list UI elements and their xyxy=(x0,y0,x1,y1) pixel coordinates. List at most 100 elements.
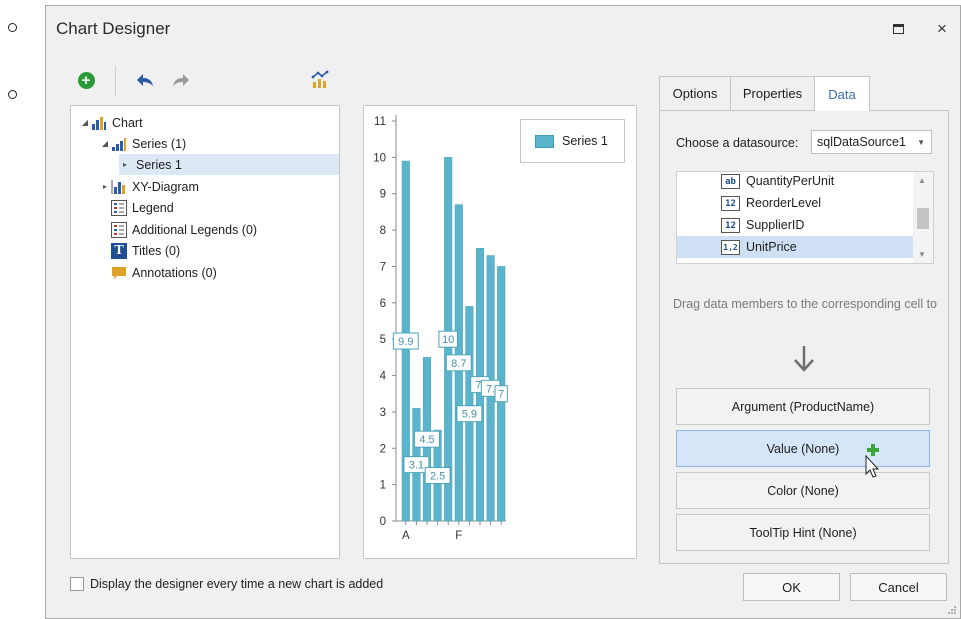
svg-text:10: 10 xyxy=(442,334,454,346)
data-label: 5.9 xyxy=(456,405,483,423)
tree-item-additional-legends[interactable]: Additional Legends (0) xyxy=(111,219,257,240)
tree-item-legend[interactable]: Legend xyxy=(111,197,174,218)
string-field-icon: ab xyxy=(721,174,740,189)
svg-text:2.5: 2.5 xyxy=(430,471,445,483)
tree-item-label: Series (1) xyxy=(132,136,187,151)
x-tick-label: F xyxy=(455,530,462,542)
integer-field-icon: 12 xyxy=(721,218,740,233)
argument-cell[interactable]: Argument (ProductName) xyxy=(676,388,930,425)
tree-item-chart[interactable]: ◢ Chart xyxy=(79,112,143,133)
title-icon: T xyxy=(111,242,127,259)
series-collection-icon xyxy=(111,136,127,152)
drag-cursor-icon xyxy=(865,444,880,478)
tree-item-label: Annotations (0) xyxy=(132,265,217,280)
data-label: 4.5 xyxy=(414,430,440,448)
tab-data[interactable]: Data xyxy=(814,76,870,111)
tab-properties[interactable]: Properties xyxy=(730,76,815,110)
scroll-up-icon[interactable]: ▲ xyxy=(918,176,926,185)
x-tick-label: A xyxy=(402,530,410,542)
datasource-select[interactable]: sqlDataSource1 ▼ xyxy=(811,130,932,154)
list-item[interactable]: 12 ReorderLevel xyxy=(677,192,913,214)
expanded-arrow-icon: ◢ xyxy=(101,139,109,148)
maximize-button[interactable] xyxy=(885,16,911,42)
maximize-icon xyxy=(892,24,904,34)
list-item[interactable]: 12 SupplierID xyxy=(677,214,913,236)
annotation-icon xyxy=(111,265,127,281)
datasource-value: sqlDataSource1 xyxy=(817,135,906,149)
tree-item-annotations[interactable]: Annotations (0) xyxy=(111,262,217,283)
y-tick-label: 2 xyxy=(380,443,386,455)
legend-label: Series 1 xyxy=(562,134,608,148)
scroll-down-icon[interactable]: ▼ xyxy=(918,250,926,259)
redo-button[interactable] xyxy=(170,69,192,91)
down-arrow-icon xyxy=(794,346,814,372)
chart-wizard-icon xyxy=(311,70,329,88)
tree-item-series-collection[interactable]: ◢ Series (1) xyxy=(99,133,186,154)
list-item-selected[interactable]: 1,2 UnitPrice xyxy=(677,236,913,258)
tree-item-series-1[interactable]: ▸ Series 1 xyxy=(119,154,339,175)
datasource-label: Choose a datasource: xyxy=(676,136,799,150)
list-item[interactable]: ab QuantityPerUnit xyxy=(677,172,913,192)
data-label: 10 xyxy=(438,330,459,348)
field-name: ReorderLevel xyxy=(746,196,822,210)
decimal-field-icon: 1,2 xyxy=(721,240,740,255)
tree-item-xy-diagram[interactable]: ▸ XY-Diagram xyxy=(99,176,199,197)
legend-swatch xyxy=(535,134,554,148)
add-button[interactable]: + xyxy=(75,69,97,91)
chart-legend: Series 1 xyxy=(520,119,625,163)
svg-text:3.1: 3.1 xyxy=(409,460,424,472)
data-label: 7 xyxy=(494,385,508,403)
chart-icon xyxy=(91,115,107,131)
color-cell[interactable]: Color (None) xyxy=(676,472,930,509)
data-label: 9.9 xyxy=(392,332,419,350)
close-button[interactable]: × xyxy=(929,16,955,42)
list-bullet-1 xyxy=(8,23,17,32)
vertical-scrollbar[interactable]: ▲ ▼ xyxy=(913,172,933,263)
tree-item-label: Chart xyxy=(112,115,143,130)
list-bullet-2 xyxy=(8,90,17,99)
chart-designer-dialog: Chart Designer × + ◢ Chart ◢ Series (1) … xyxy=(45,5,961,619)
tree-item-label: Titles (0) xyxy=(132,243,181,258)
redo-arrow-icon xyxy=(173,74,189,86)
show-designer-checkbox-row[interactable]: Display the designer every time a new ch… xyxy=(70,577,383,591)
collapsed-arrow-icon: ▸ xyxy=(122,160,127,169)
svg-text:7: 7 xyxy=(498,389,504,401)
data-label: 8.7 xyxy=(445,354,472,372)
chart-preview: 0 1 2 3 4 5 6 7 8 9 10 11 A F 9.9 3.1 4.5 2.5 10 8.7 5.9 7. 7.… xyxy=(363,105,637,559)
svg-text:9.9: 9.9 xyxy=(398,336,413,348)
legends-icon xyxy=(111,221,127,238)
tree-item-titles[interactable]: T Titles (0) xyxy=(111,240,180,261)
chevron-down-icon: ▼ xyxy=(917,138,925,147)
y-tick-label: 10 xyxy=(373,152,386,164)
show-designer-checkbox[interactable] xyxy=(70,577,84,591)
tree-item-label: Series 1 xyxy=(136,157,182,172)
field-name: QuantityPerUnit xyxy=(746,174,835,188)
window-title: Chart Designer xyxy=(56,19,171,38)
y-tick-label: 0 xyxy=(380,516,386,528)
data-members-list[interactable]: ab QuantityPerUnit 12 ReorderLevel 12 Su… xyxy=(676,171,934,264)
y-tick-label: 1 xyxy=(380,480,386,492)
tooltip-hint-cell[interactable]: ToolTip Hint (None) xyxy=(676,514,930,551)
plus-circle-icon: + xyxy=(77,71,95,89)
legend-icon xyxy=(111,199,127,216)
drag-hint: Drag data members to the corresponding c… xyxy=(672,297,938,311)
checkbox-label: Display the designer every time a new ch… xyxy=(90,577,384,591)
chart-wizard-button[interactable] xyxy=(309,69,331,91)
scroll-thumb[interactable] xyxy=(917,208,929,229)
undo-button[interactable] xyxy=(134,69,156,91)
ok-button[interactable]: OK xyxy=(743,573,840,601)
tree-item-label: XY-Diagram xyxy=(132,179,199,194)
value-cell[interactable]: Value (None) xyxy=(676,430,930,467)
y-tick-label: 8 xyxy=(380,225,386,237)
chart-elements-tree: ◢ Chart ◢ Series (1) ▸ Series 1 ▸ XY-Dia… xyxy=(70,105,340,559)
tab-options[interactable]: Options xyxy=(659,76,731,110)
cancel-button[interactable]: Cancel xyxy=(850,573,947,601)
y-tick-label: 6 xyxy=(380,298,386,310)
resize-grip-icon[interactable] xyxy=(947,605,957,615)
diagram-icon xyxy=(111,179,127,195)
y-tick-label: 11 xyxy=(374,116,386,128)
toolbar-separator xyxy=(115,66,116,96)
field-name: SupplierID xyxy=(746,218,805,232)
collapsed-arrow-icon: ▸ xyxy=(102,182,107,191)
y-tick-label: 3 xyxy=(380,407,386,419)
